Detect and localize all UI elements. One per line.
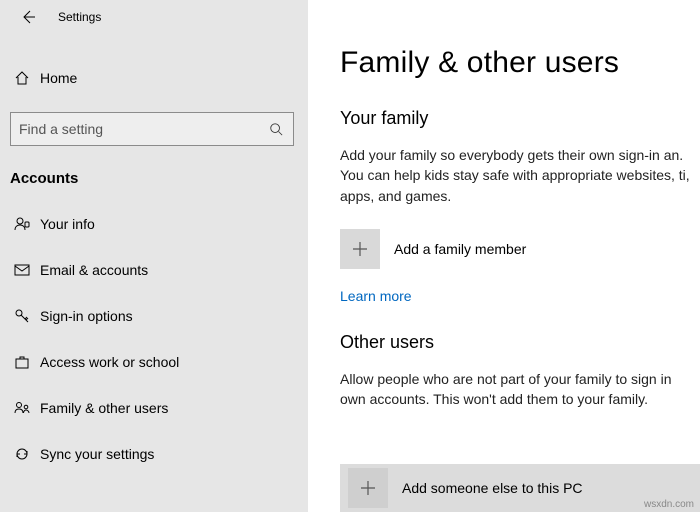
app-title: Settings bbox=[58, 10, 101, 24]
nav-label: Family & other users bbox=[40, 400, 168, 416]
family-heading: Your family bbox=[340, 108, 700, 129]
arrow-left-icon bbox=[20, 9, 36, 25]
add-other-label: Add someone else to this PC bbox=[402, 480, 583, 496]
key-icon bbox=[14, 308, 40, 324]
nav-signin[interactable]: Sign-in options bbox=[0, 293, 308, 339]
nav-your-info[interactable]: Your info bbox=[0, 201, 308, 247]
search-input[interactable] bbox=[19, 121, 267, 137]
nav-label: Access work or school bbox=[40, 354, 179, 370]
learn-more-link[interactable]: Learn more bbox=[340, 288, 412, 304]
add-family-button[interactable]: Add a family member bbox=[340, 224, 700, 274]
add-family-label: Add a family member bbox=[394, 241, 526, 257]
plus-icon bbox=[340, 229, 380, 269]
home-label: Home bbox=[40, 70, 77, 86]
other-description: Allow people who are not part of your fa… bbox=[340, 369, 700, 410]
back-button[interactable] bbox=[14, 3, 42, 31]
sync-icon bbox=[14, 446, 40, 462]
nav-sync[interactable]: Sync your settings bbox=[0, 431, 308, 477]
other-heading: Other users bbox=[340, 332, 700, 353]
sidebar: Settings Home Accounts Your info Email &… bbox=[0, 0, 308, 512]
nav-list: Your info Email & accounts Sign-in optio… bbox=[0, 201, 308, 477]
page-title: Family & other users bbox=[340, 46, 700, 80]
titlebar: Settings bbox=[0, 0, 308, 34]
nav-label: Sync your settings bbox=[40, 446, 154, 462]
category-heading: Accounts bbox=[0, 146, 308, 197]
mail-icon bbox=[14, 262, 40, 278]
nav-email[interactable]: Email & accounts bbox=[0, 247, 308, 293]
person-icon bbox=[14, 216, 40, 232]
home-icon bbox=[14, 70, 40, 86]
add-other-button[interactable]: Add someone else to this PC wsxdn.com bbox=[340, 464, 700, 512]
home-nav[interactable]: Home bbox=[0, 54, 308, 102]
watermark: wsxdn.com bbox=[644, 499, 694, 510]
main-panel: Family & other users Your family Add you… bbox=[308, 0, 700, 512]
nav-label: Your info bbox=[40, 216, 95, 232]
nav-work[interactable]: Access work or school bbox=[0, 339, 308, 385]
people-icon bbox=[14, 400, 40, 416]
search-box[interactable] bbox=[10, 112, 294, 146]
nav-label: Email & accounts bbox=[40, 262, 148, 278]
plus-icon bbox=[348, 468, 388, 508]
family-description: Add your family so everybody gets their … bbox=[340, 145, 700, 206]
nav-family[interactable]: Family & other users bbox=[0, 385, 308, 431]
briefcase-icon bbox=[14, 354, 40, 370]
nav-label: Sign-in options bbox=[40, 308, 133, 324]
search-icon bbox=[267, 122, 285, 136]
